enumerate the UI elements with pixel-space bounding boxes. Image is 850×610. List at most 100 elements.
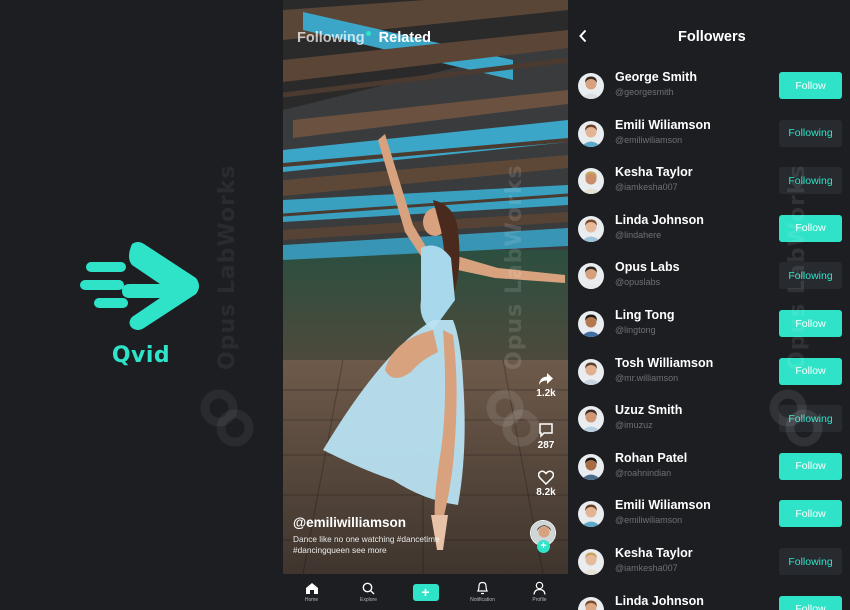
user-icon	[533, 581, 546, 595]
avatar[interactable]	[578, 73, 604, 99]
share-icon	[539, 373, 553, 385]
chevron-left-icon[interactable]	[578, 29, 588, 43]
avatar[interactable]	[578, 311, 604, 337]
watermark-logo-icon	[200, 389, 254, 447]
follower-handle: @lindahere	[615, 229, 662, 240]
follower-handle: @mr.williamson	[615, 372, 679, 383]
nav-profile[interactable]: Profile	[511, 574, 568, 610]
follower-name: Emili Wiliamson	[615, 498, 711, 513]
like-count: 8.2k	[536, 487, 556, 498]
brand-panel: Qvid	[0, 0, 283, 610]
follower-name: Ling Tong	[615, 308, 675, 322]
follower-handle: @imuzuz	[615, 420, 653, 431]
avatar-image	[578, 358, 604, 385]
nav-explore[interactable]: Explore	[340, 574, 397, 610]
avatar[interactable]	[578, 406, 604, 433]
plus-icon: +	[412, 583, 439, 601]
avatar-image	[578, 215, 604, 242]
avatar[interactable]	[578, 168, 604, 195]
home-icon	[305, 582, 318, 594]
watermark-text: Opus LabWorks	[502, 164, 527, 370]
follower-name: Opus Labs	[615, 260, 680, 275]
search-icon	[362, 582, 375, 594]
avatar[interactable]	[578, 501, 604, 528]
feed-tabs: Following Related	[297, 30, 431, 46]
follow-button[interactable]: Follow	[779, 595, 842, 610]
watermark-logo-icon	[769, 389, 823, 447]
avatar[interactable]	[578, 263, 604, 290]
bell-icon	[477, 581, 488, 595]
avatar-image	[578, 311, 604, 337]
follower-name: Kesha Taylor	[615, 546, 693, 560]
heart-icon	[538, 470, 554, 485]
avatar[interactable]	[578, 120, 604, 147]
brand-name: Qvid	[111, 343, 171, 368]
follower-handle: @emiliwiliamson	[615, 134, 683, 145]
follower-row[interactable]: Linda Johnson@lindahereFollow	[568, 589, 850, 610]
bottom-navigation: Home Explore + Notification Profile	[283, 574, 568, 610]
new-content-dot	[365, 31, 371, 36]
follower-handle: @opuslabs	[615, 277, 661, 288]
nav-explore-label: Explore	[360, 596, 377, 603]
nav-notification[interactable]: Notification	[454, 574, 511, 610]
nav-home-label: Home	[304, 596, 319, 603]
follower-row[interactable]: George Smith @georgesmith Follow	[568, 65, 850, 112]
like-action[interactable]: 8.2k	[534, 470, 558, 498]
follower-name: Tosh Williamson	[615, 355, 714, 370]
follower-row[interactable]: Rohan Patel @roahnindian Follow	[568, 446, 850, 493]
follow-creator-plus-icon[interactable]: +	[537, 540, 550, 553]
follower-handle: @emiliwiliamson	[615, 515, 683, 526]
follower-handle: @roahnindian	[615, 467, 672, 478]
tab-related[interactable]: Related	[379, 30, 431, 46]
follower-handle: @lingtong	[615, 325, 656, 335]
avatar[interactable]	[578, 549, 604, 575]
avatar-image	[578, 596, 604, 610]
follower-handle: @georgesmith	[615, 87, 674, 97]
nav-profile-label: Profile	[532, 597, 547, 603]
follower-handle: @iamkesha007	[615, 182, 678, 193]
following-button[interactable]: Following	[779, 119, 842, 147]
avatar-image	[578, 168, 604, 195]
watermark-text: Opus LabWorks	[785, 164, 810, 370]
tab-following-label: Following	[297, 30, 365, 46]
avatar[interactable]	[578, 453, 604, 480]
watermark-text: Opus LabWorks	[215, 164, 240, 370]
page-title: Followers	[678, 29, 746, 45]
caption-line-1: Dance like no one watching #dancetime	[293, 534, 440, 544]
follower-row[interactable]: Emili Wiliamson @emiliwiliamson Following	[568, 113, 850, 160]
followers-header: Followers	[568, 0, 850, 70]
creator-handle[interactable]: @emiliwilliamson	[293, 515, 406, 530]
follower-row[interactable]: Emili Wiliamson @emiliwiliamson Follow	[568, 493, 850, 540]
watermark-logo-icon	[486, 389, 540, 447]
avatar-image	[578, 501, 604, 528]
follower-name: Rohan Patel	[615, 450, 688, 465]
follower-name: Emili Wiliamson	[615, 117, 711, 132]
follow-button[interactable]: Follow	[779, 72, 842, 99]
nav-home[interactable]: Home	[283, 574, 340, 610]
avatar-image	[578, 406, 604, 433]
avatar[interactable]	[578, 596, 604, 610]
avatar-image	[578, 120, 604, 147]
avatar[interactable]	[578, 358, 604, 385]
follower-name: Linda Johnson	[615, 212, 704, 227]
arrow-speed-icon	[80, 242, 199, 330]
follower-handle: @iamkesha007	[615, 563, 678, 573]
nav-create[interactable]: +	[397, 574, 454, 610]
tab-following[interactable]: Following	[297, 30, 371, 46]
avatar-image	[578, 263, 604, 290]
avatar-image	[578, 453, 604, 480]
follow-button[interactable]: Follow	[779, 452, 842, 480]
following-button[interactable]: Following	[779, 548, 842, 575]
avatar-image	[578, 73, 604, 99]
follower-name: George Smith	[615, 70, 697, 84]
follower-name: Kesha Taylor	[615, 165, 693, 180]
video-caption: Dance like no one watching #dancetime #d…	[293, 534, 473, 555]
nav-notification-label: Notification	[470, 597, 495, 603]
caption-line-2[interactable]: #dancingqueen see more	[293, 545, 473, 556]
follow-button[interactable]: Follow	[779, 500, 842, 528]
avatar-image	[578, 549, 604, 575]
follower-name: Linda Johnson	[615, 593, 704, 608]
follower-name: Uzuz Smith	[615, 403, 683, 418]
avatar[interactable]	[578, 215, 604, 242]
follower-row[interactable]: Kesha Taylor @iamkesha007 Following	[568, 541, 850, 588]
